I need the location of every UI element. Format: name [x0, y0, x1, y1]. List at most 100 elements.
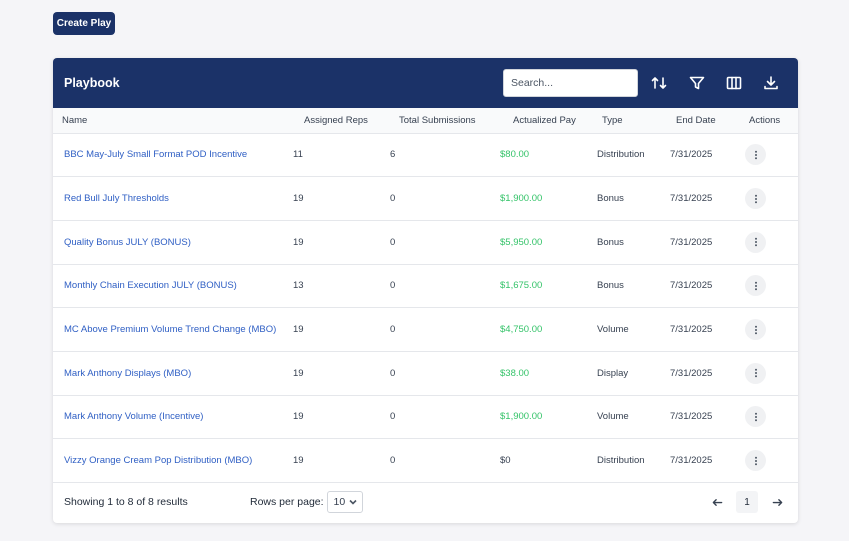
- total-submissions-cell: 0: [390, 367, 396, 379]
- column-header-total-submissions[interactable]: Total Submissions: [390, 108, 500, 134]
- more-vertical-icon: [754, 150, 757, 160]
- create-play-button[interactable]: Create Play: [53, 12, 115, 35]
- actualized-pay-cell: $1,675.00: [500, 280, 543, 292]
- more-vertical-icon: [754, 281, 757, 291]
- actions-cell: [745, 133, 798, 177]
- page-1-button[interactable]: 1: [736, 491, 758, 513]
- type-cell: Distribution: [597, 149, 645, 161]
- total-submissions-cell: 0: [390, 280, 396, 292]
- row-actions-button[interactable]: [745, 450, 766, 472]
- table-row: Monthly Chain Execution JULY (BONUS) 13 0 $…: [53, 264, 798, 308]
- play-name-cell: Red Bull July Thresholds: [53, 177, 293, 221]
- more-vertical-icon: [754, 369, 757, 378]
- row-actions-button[interactable]: [745, 275, 766, 297]
- search-input[interactable]: [503, 69, 638, 97]
- play-name-link[interactable]: Mark Anthony Displays (MBO): [64, 368, 191, 379]
- more-vertical-icon: [754, 238, 757, 247]
- card-title: Playbook: [64, 76, 120, 90]
- column-header-type[interactable]: Type: [597, 108, 670, 134]
- play-name-cell: MC Above Premium Volume Trend Change (MB…: [53, 308, 293, 352]
- actions-cell: [745, 177, 798, 221]
- total-submissions-cell: 0: [390, 455, 396, 467]
- actualized-pay-cell: $0: [500, 455, 511, 467]
- assigned-reps-cell: 19: [293, 455, 304, 467]
- table-row: BBC May-July Small Format POD Incentive 1…: [53, 133, 798, 177]
- total-submissions-cell: 0: [390, 236, 396, 248]
- end-date-cell: 7/31/2025: [670, 455, 713, 467]
- prev-page-button[interactable]: [707, 492, 727, 512]
- column-header-name[interactable]: Name: [53, 108, 293, 134]
- row-actions-button[interactable]: [745, 188, 766, 210]
- table-row: Vizzy Orange Cream Pop Distribution (MBO…: [53, 439, 798, 483]
- end-date-cell: 7/31/2025: [670, 411, 713, 423]
- rows-per-page-value: 10: [333, 496, 346, 508]
- table-row: Mark Anthony Volume (Incentive) 19 0 $1,900…: [53, 395, 798, 439]
- sort-icon[interactable]: [649, 73, 669, 93]
- next-page-button[interactable]: [767, 492, 787, 512]
- assigned-reps-cell: 11: [293, 149, 303, 161]
- columns-icon[interactable]: [724, 73, 744, 93]
- play-name-link[interactable]: Quality Bonus JULY (BONUS): [64, 237, 191, 248]
- end-date-cell: 7/31/2025: [670, 280, 713, 292]
- total-submissions-cell: 0: [390, 411, 396, 423]
- column-header-actualized-pay[interactable]: Actualized Pay: [500, 108, 597, 134]
- play-name-link[interactable]: Monthly Chain Execution JULY (BONUS): [64, 280, 237, 291]
- row-actions-button[interactable]: [745, 362, 766, 384]
- play-name-link[interactable]: Red Bull July Thresholds: [64, 193, 169, 204]
- end-date-cell: 7/31/2025: [670, 149, 713, 161]
- play-name-cell: Mark Anthony Volume (Incentive): [53, 395, 293, 439]
- play-name-link[interactable]: BBC May-July Small Format POD Incentive: [64, 149, 247, 160]
- table-row: MC Above Premium Volume Trend Change (MB…: [53, 308, 798, 352]
- actualized-pay-cell: $38.00: [500, 367, 530, 379]
- filter-icon[interactable]: [687, 73, 707, 93]
- row-actions-button[interactable]: [745, 231, 766, 253]
- play-name-cell: Monthly Chain Execution JULY (BONUS): [53, 264, 293, 308]
- assigned-reps-cell: 19: [293, 411, 304, 423]
- row-actions-button[interactable]: [745, 406, 766, 428]
- column-header-actions: Actions: [748, 108, 798, 134]
- actions-cell: [745, 351, 798, 395]
- column-header-assigned-reps[interactable]: Assigned Reps: [293, 108, 390, 134]
- assigned-reps-cell: 19: [293, 236, 304, 248]
- type-cell: Display: [597, 367, 629, 379]
- play-name-cell: Vizzy Orange Cream Pop Distribution (MBO…: [53, 439, 293, 483]
- actions-cell: [745, 439, 798, 483]
- play-name-link[interactable]: Vizzy Orange Cream Pop Distribution (MBO…: [64, 455, 252, 466]
- type-cell: Bonus: [597, 280, 624, 292]
- rows-per-page-select[interactable]: 10: [326, 491, 363, 513]
- table-row: Mark Anthony Displays (MBO) 19 0 $38.00 Disp…: [53, 351, 798, 396]
- actions-cell: [745, 220, 798, 264]
- pagination: 1: [707, 491, 787, 513]
- more-vertical-icon: [754, 412, 757, 422]
- type-cell: Volume: [597, 324, 629, 336]
- actualized-pay-cell: $5,950.00: [500, 236, 543, 248]
- arrow-right-icon: [772, 498, 782, 506]
- play-name-cell: Quality Bonus JULY (BONUS): [53, 220, 293, 264]
- table-footer: Showing 1 to 8 of 8 results Rows per pag…: [53, 481, 798, 523]
- actions-cell: [745, 308, 798, 352]
- end-date-cell: 7/31/2025: [670, 236, 713, 248]
- download-icon[interactable]: [761, 73, 781, 93]
- playbook-table: Name Assigned Reps Total Submissions Act…: [53, 108, 798, 483]
- play-name-link[interactable]: MC Above Premium Volume Trend Change (MB…: [64, 324, 276, 335]
- end-date-cell: 7/31/2025: [670, 193, 713, 205]
- play-name-link[interactable]: Mark Anthony Volume (Incentive): [64, 411, 203, 422]
- column-header-end-date[interactable]: End Date: [670, 108, 748, 134]
- table-row: Red Bull July Thresholds 19 0 $1,900.00 Bonu…: [53, 177, 798, 221]
- type-cell: Bonus: [597, 193, 624, 205]
- assigned-reps-cell: 13: [293, 280, 304, 292]
- rows-per-page-label: Rows per page:: [250, 496, 324, 508]
- actualized-pay-cell: $4,750.00: [500, 324, 543, 336]
- type-cell: Distribution: [597, 455, 645, 467]
- row-actions-button[interactable]: [745, 319, 766, 341]
- more-vertical-icon: [754, 194, 757, 203]
- row-actions-button[interactable]: [745, 144, 766, 166]
- playbook-header: Playbook: [53, 58, 798, 108]
- assigned-reps-cell: 19: [293, 324, 304, 336]
- actualized-pay-cell: $80.00: [500, 149, 530, 161]
- total-submissions-cell: 0: [390, 324, 396, 336]
- more-vertical-icon: [754, 456, 757, 465]
- actions-cell: [745, 395, 798, 439]
- results-summary: Showing 1 to 8 of 8 results: [64, 496, 188, 508]
- actualized-pay-cell: $1,900.00: [500, 193, 543, 205]
